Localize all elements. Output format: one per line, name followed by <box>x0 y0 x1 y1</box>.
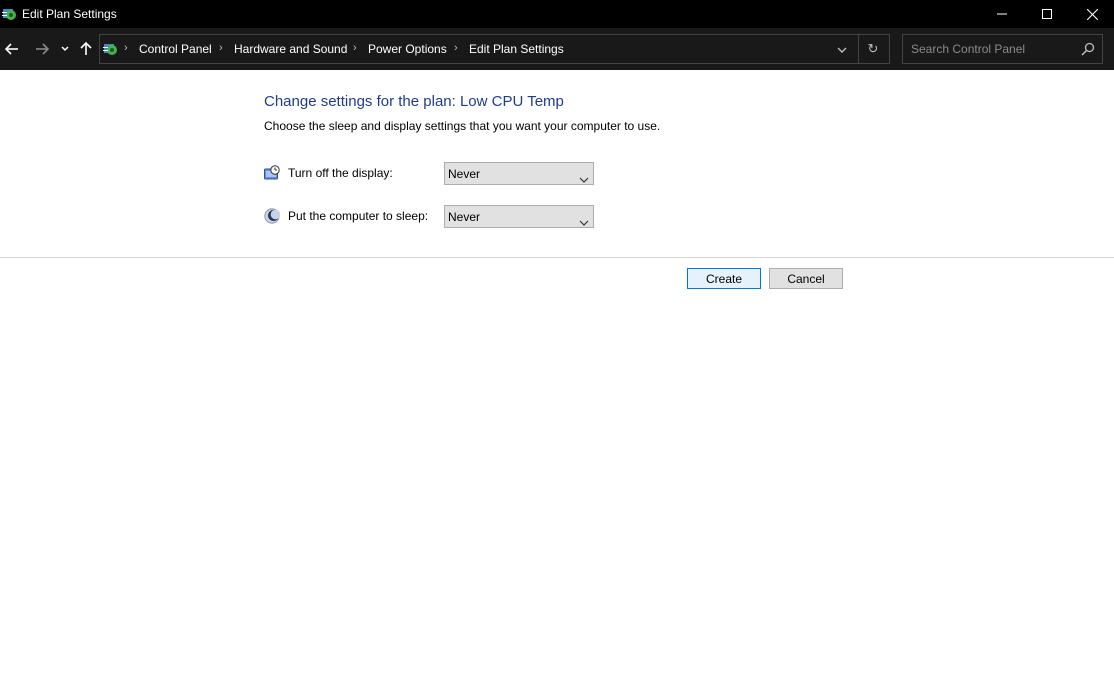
breadcrumb-power-options[interactable]: Power Options <box>368 42 447 56</box>
chevron-down-icon <box>579 170 589 183</box>
page-title: Change settings for the plan: Low CPU Te… <box>264 93 564 110</box>
window-title: Edit Plan Settings <box>22 7 117 21</box>
breadcrumb-separator-icon[interactable]: › <box>454 42 458 54</box>
back-arrow-icon[interactable] <box>3 40 21 58</box>
moon-icon <box>264 208 281 224</box>
address-bar[interactable]: › Control Panel › Hardware and Sound › P… <box>99 34 890 64</box>
title-bar: Edit Plan Settings <box>0 0 1114 28</box>
sleep-timeout-value: Never <box>448 210 481 224</box>
display-clock-icon <box>264 165 280 181</box>
sleep-timeout-select[interactable]: Never <box>444 205 594 228</box>
address-bar-divider <box>858 35 859 63</box>
create-button[interactable]: Create <box>687 268 761 289</box>
close-button[interactable] <box>1069 0 1114 28</box>
display-timeout-label: Turn off the display: <box>288 166 393 180</box>
forward-arrow-icon[interactable] <box>33 40 51 58</box>
breadcrumb-edit-plan-settings[interactable]: Edit Plan Settings <box>469 42 564 56</box>
search-input[interactable] <box>904 36 1074 62</box>
up-arrow-icon[interactable] <box>77 40 95 58</box>
control-panel-icon <box>103 41 119 57</box>
breadcrumb-separator-icon[interactable]: › <box>219 42 223 54</box>
sleep-timeout-label: Put the computer to sleep: <box>288 209 429 223</box>
recent-locations-chevron-icon[interactable] <box>58 40 72 58</box>
navigation-bar: › Control Panel › Hardware and Sound › P… <box>0 28 1114 70</box>
breadcrumb-hardware-and-sound[interactable]: Hardware and Sound <box>234 42 347 56</box>
display-timeout-select[interactable]: Never <box>444 162 594 185</box>
display-timeout-value: Never <box>448 167 481 181</box>
refresh-icon[interactable]: ↻ <box>864 41 882 57</box>
control-panel-icon <box>2 6 18 22</box>
minimize-button[interactable] <box>979 0 1025 28</box>
address-history-chevron-icon[interactable] <box>834 43 850 57</box>
page-description: Choose the sleep and display settings th… <box>264 119 661 133</box>
breadcrumb-separator-icon[interactable]: › <box>124 42 128 54</box>
maximize-button[interactable] <box>1024 0 1070 28</box>
breadcrumb-control-panel[interactable]: Control Panel <box>139 42 212 56</box>
chevron-down-icon <box>579 213 589 226</box>
cancel-button[interactable]: Cancel <box>769 268 843 289</box>
search-icon[interactable] <box>1081 42 1097 58</box>
content-divider <box>0 257 1114 258</box>
search-box[interactable] <box>902 34 1103 64</box>
breadcrumb-separator-icon[interactable]: › <box>353 42 357 54</box>
